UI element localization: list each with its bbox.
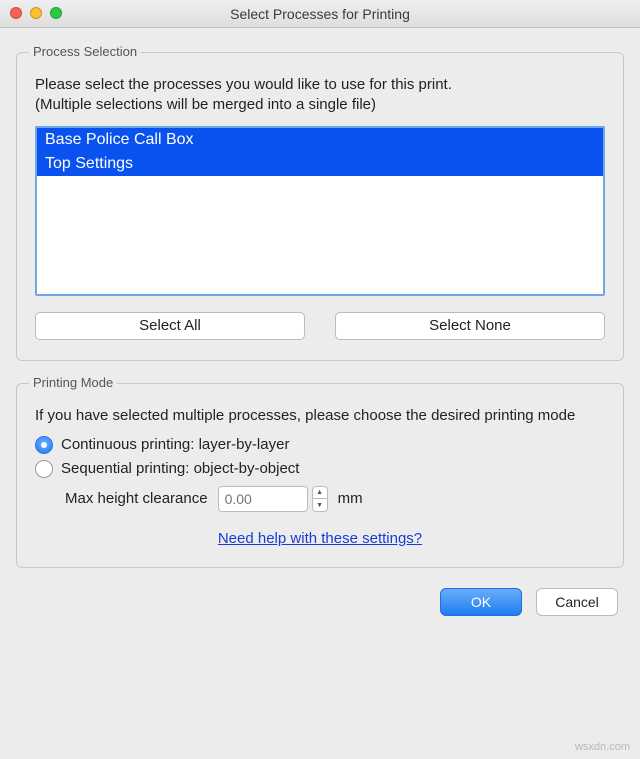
- list-item[interactable]: Base Police Call Box: [37, 128, 603, 152]
- window-title: Select Processes for Printing: [230, 6, 410, 22]
- ok-button[interactable]: OK: [440, 588, 522, 616]
- dialog-content: Process Selection Please select the proc…: [0, 28, 640, 759]
- minimize-icon[interactable]: [30, 7, 42, 19]
- process-selection-instruction: Please select the processes you would li…: [35, 75, 605, 116]
- instruction-line-1: Please select the processes you would li…: [35, 76, 452, 93]
- radio-continuous[interactable]: [35, 436, 53, 454]
- stepper-down-icon[interactable]: ▼: [312, 498, 328, 512]
- printing-mode-instruction: If you have selected multiple processes,…: [35, 406, 605, 426]
- radio-sequential[interactable]: [35, 460, 53, 478]
- radio-sequential-label: Sequential printing: object-by-object: [61, 460, 299, 477]
- dialog-footer: OK Cancel: [16, 588, 624, 616]
- help-link-row: Need help with these settings?: [35, 530, 605, 547]
- help-link[interactable]: Need help with these settings?: [218, 530, 422, 547]
- list-item[interactable]: Top Settings: [37, 152, 603, 176]
- max-clearance-input[interactable]: [218, 486, 308, 512]
- select-none-button[interactable]: Select None: [335, 312, 605, 340]
- titlebar: Select Processes for Printing: [0, 0, 640, 28]
- printing-mode-group: Printing Mode If you have selected multi…: [16, 383, 624, 568]
- max-clearance-stepper[interactable]: ▲ ▼: [312, 486, 328, 512]
- cancel-button[interactable]: Cancel: [536, 588, 618, 616]
- select-all-button[interactable]: Select All: [35, 312, 305, 340]
- process-listbox[interactable]: Base Police Call Box Top Settings: [35, 126, 605, 296]
- radio-continuous-row[interactable]: Continuous printing: layer-by-layer: [35, 436, 605, 454]
- max-clearance-row: Max height clearance ▲ ▼ mm: [65, 486, 605, 512]
- max-clearance-field[interactable]: ▲ ▼: [218, 486, 328, 512]
- stepper-up-icon[interactable]: ▲: [312, 486, 328, 499]
- traffic-lights: [10, 7, 62, 19]
- max-clearance-label: Max height clearance: [65, 490, 208, 507]
- printing-mode-label: Printing Mode: [29, 375, 117, 390]
- watermark: wsxdn.com: [575, 741, 630, 753]
- radio-continuous-label: Continuous printing: layer-by-layer: [61, 436, 289, 453]
- close-icon[interactable]: [10, 7, 22, 19]
- max-clearance-unit: mm: [338, 490, 363, 507]
- radio-sequential-row[interactable]: Sequential printing: object-by-object: [35, 460, 605, 478]
- zoom-icon[interactable]: [50, 7, 62, 19]
- process-selection-label: Process Selection: [29, 44, 141, 59]
- process-selection-group: Process Selection Please select the proc…: [16, 52, 624, 361]
- instruction-line-2: (Multiple selections will be merged into…: [35, 96, 376, 113]
